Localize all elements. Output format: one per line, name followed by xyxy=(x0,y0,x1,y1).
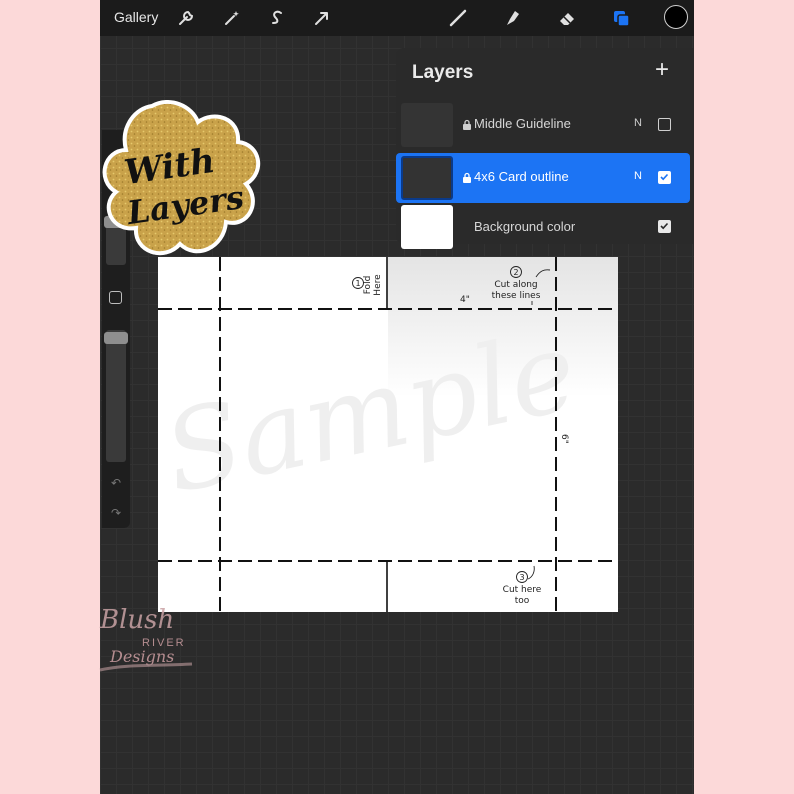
layers-title: Layers xyxy=(412,62,474,83)
sample-watermark: Sample xyxy=(158,306,587,518)
blush-river-designs-logo: Blush RIVER Designs xyxy=(99,605,193,672)
svg-text:Cut along: Cut along xyxy=(494,280,537,290)
undo-icon[interactable]: ↶ xyxy=(108,476,124,492)
layer-row-background-color[interactable]: Background color xyxy=(396,202,690,252)
visibility-checkbox[interactable] xyxy=(658,118,671,131)
height-dimension: 6" xyxy=(559,434,569,444)
lock-icon xyxy=(463,119,471,130)
redo-icon[interactable]: ↷ xyxy=(108,506,124,522)
lock-icon xyxy=(463,172,471,183)
layer-name: Middle Guideline xyxy=(474,116,571,131)
gallery-button[interactable]: Gallery xyxy=(114,9,158,25)
svg-text:2: 2 xyxy=(513,268,518,277)
magic-wand-icon[interactable] xyxy=(220,6,244,30)
svg-text:Cut here: Cut here xyxy=(503,585,542,595)
top-toolbar: Gallery xyxy=(100,0,694,36)
brush-icon[interactable] xyxy=(446,6,470,30)
layers-icon[interactable] xyxy=(609,6,633,30)
layer-row-middle-guideline[interactable]: Middle Guideline N xyxy=(396,100,690,150)
modify-button[interactable] xyxy=(109,291,122,304)
width-dimension: 4" xyxy=(460,295,470,305)
smudge-icon[interactable] xyxy=(500,6,524,30)
fold-here-note: 1 Fold Here xyxy=(352,274,383,296)
color-picker-button[interactable] xyxy=(664,5,688,29)
opacity-thumb[interactable] xyxy=(104,332,128,344)
layers-panel: Layers + Middle Guideline N 4x6 Card out… xyxy=(396,48,694,249)
blend-mode-button[interactable]: N xyxy=(634,117,642,129)
blend-mode-button[interactable]: N xyxy=(634,170,642,182)
with-layers-sticker: With Layers xyxy=(102,100,261,256)
selection-s-icon[interactable] xyxy=(265,6,289,30)
visibility-checkbox[interactable] xyxy=(658,220,671,233)
eraser-icon[interactable] xyxy=(555,6,579,30)
svg-text:Designs: Designs xyxy=(109,647,174,666)
svg-text:Fold: Fold xyxy=(363,276,373,295)
arrow-transform-icon[interactable] xyxy=(310,6,334,30)
wrench-icon[interactable] xyxy=(174,6,198,30)
cut-here-too-note: 3 Cut here too xyxy=(503,565,542,606)
svg-text:Here: Here xyxy=(373,274,383,296)
svg-text:these lines: these lines xyxy=(492,291,541,301)
checkmark-icon xyxy=(660,173,669,181)
layer-thumbnail xyxy=(401,205,453,249)
opacity-slider[interactable] xyxy=(106,330,126,462)
svg-text:3: 3 xyxy=(519,573,524,582)
visibility-checkbox[interactable] xyxy=(658,171,671,184)
layer-thumbnail xyxy=(401,103,453,147)
svg-text:too: too xyxy=(515,596,530,606)
checkmark-icon xyxy=(660,222,669,230)
layer-row-card-outline[interactable]: 4x6 Card outline N xyxy=(396,153,690,203)
svg-text:Blush: Blush xyxy=(99,605,174,635)
layer-name: Background color xyxy=(474,219,576,234)
drawing-canvas[interactable]: Sample 1 Fold Here 2 Cut along these lin… xyxy=(158,257,618,612)
layer-thumbnail xyxy=(401,156,453,200)
layer-name: 4x6 Card outline xyxy=(474,169,569,184)
svg-text:1: 1 xyxy=(355,279,360,288)
add-layer-button[interactable]: + xyxy=(652,58,672,82)
